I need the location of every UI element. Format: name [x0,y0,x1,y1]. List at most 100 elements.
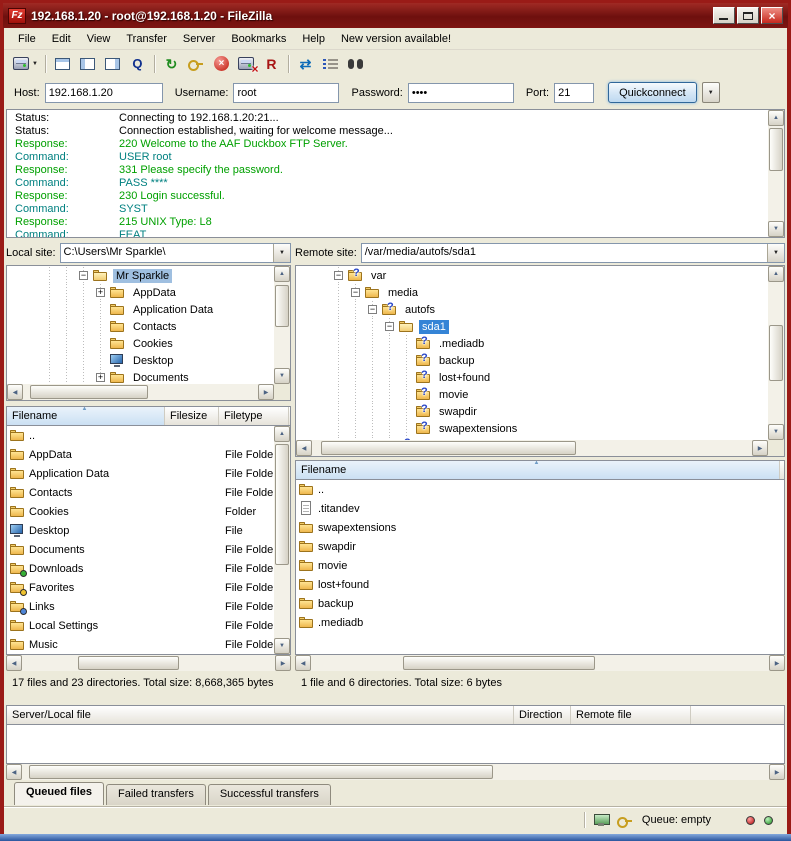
local-file-row-cookies[interactable]: CookiesFolder [7,502,274,521]
local-tree-item-cookies[interactable]: Cookies [41,335,274,352]
tab-failed-transfers[interactable]: Failed transfers [106,784,206,805]
username-input[interactable] [233,83,339,103]
local-tree-item-documents[interactable]: +Documents [41,369,274,384]
synchronized-browsing-icon[interactable]: ⇄ [293,52,318,75]
column-header-remote-file[interactable]: Remote file [571,706,691,724]
chevron-down-icon[interactable]: ▼ [273,244,290,262]
local-list-vertical-scrollbar[interactable]: ▲▼ [274,426,290,654]
site-manager-icon[interactable]: ▼ [10,52,41,75]
scroll-down-button[interactable]: ▼ [768,221,784,237]
host-input[interactable] [45,83,163,103]
remote-tree-item-var[interactable]: −?var [330,267,768,284]
menu-item-server[interactable]: Server [175,29,223,49]
scroll-right-button[interactable]: ▶ [769,655,785,671]
remote-file-row-mediadb[interactable]: .mediadb [296,613,784,632]
collapse-icon[interactable]: − [334,271,343,280]
collapse-icon[interactable]: − [368,305,377,314]
scroll-track[interactable] [22,764,769,780]
remote-file-row-swapdir[interactable]: swapdir [296,537,784,556]
scroll-thumb[interactable] [769,128,783,171]
remote-tree-vertical-scrollbar[interactable]: ▲▼ [768,266,784,440]
scroll-track[interactable] [23,384,258,400]
local-file-row-music[interactable]: MusicFile Folder [7,635,274,654]
minimize-button[interactable] [713,7,735,24]
tab-queued-files[interactable]: Queued files [14,782,104,805]
remote-tree-item-swapdir[interactable]: ?swapdir [330,403,768,420]
remote-file-row-swapextensions[interactable]: swapextensions [296,518,784,537]
scroll-right-button[interactable]: ▶ [275,655,291,671]
scroll-track[interactable] [274,282,290,368]
remote-file-row-movie[interactable]: movie [296,556,784,575]
refresh-icon[interactable]: ↻ [159,52,184,75]
scroll-left-button[interactable]: ◀ [7,384,23,400]
scroll-up-button[interactable]: ▲ [274,266,290,282]
remote-tree-item-mediadb[interactable]: ?.mediadb [330,335,768,352]
scroll-track[interactable] [22,655,275,671]
port-input[interactable] [554,83,594,103]
reconnect-icon[interactable]: R [259,52,284,75]
scroll-thumb[interactable] [30,385,148,399]
chevron-down-icon[interactable]: ▼ [767,244,784,262]
local-tree-item-contacts[interactable]: Contacts [41,318,274,335]
menu-item-transfer[interactable]: Transfer [118,29,175,49]
toggle-local-tree-icon[interactable] [75,52,100,75]
scroll-down-button[interactable]: ▼ [274,368,290,384]
local-file-row-local-settings[interactable]: Local SettingsFile Folder [7,616,274,635]
local-file-row-downloads[interactable]: DownloadsFile Folder [7,559,274,578]
local-file-row-contacts[interactable]: ContactsFile Folder [7,483,274,502]
expand-icon[interactable]: + [96,373,105,382]
scroll-right-button[interactable]: ▶ [769,764,785,780]
titlebar[interactable]: Fz 192.168.1.20 - root@192.168.1.20 - Fi… [3,3,788,28]
scroll-right-button[interactable]: ▶ [258,384,274,400]
menu-item-new-version-available[interactable]: New version available! [333,29,459,49]
remote-file-row-updir[interactable]: .. [296,480,784,499]
scroll-up-button[interactable]: ▲ [768,266,784,282]
menu-item-bookmarks[interactable]: Bookmarks [223,29,294,49]
scroll-track[interactable] [312,440,752,456]
remote-tree-item-media[interactable]: −media [330,284,768,301]
find-files-icon[interactable] [343,52,368,75]
maximize-button[interactable] [737,7,759,24]
toggle-log-view-icon[interactable] [50,52,75,75]
remote-file-row-titandev[interactable]: .titandev [296,499,784,518]
column-header-filetype[interactable]: Filetype [219,407,289,425]
collapse-icon[interactable]: − [385,322,394,331]
local-file-row-favorites[interactable]: FavoritesFile Folder [7,578,274,597]
column-header-server-local-file[interactable]: Server/Local file [7,706,514,724]
local-list-horizontal-scrollbar[interactable]: ◀▶ [6,655,291,671]
tab-successful-transfers[interactable]: Successful transfers [208,784,331,805]
menu-item-file[interactable]: File [10,29,44,49]
scroll-down-button[interactable]: ▼ [274,638,290,654]
local-tree-horizontal-scrollbar[interactable]: ◀▶ [7,384,274,400]
menu-item-help[interactable]: Help [294,29,333,49]
remote-file-row-lost-found[interactable]: lost+found [296,575,784,594]
scroll-left-button[interactable]: ◀ [295,655,311,671]
process-queue-icon[interactable] [184,52,209,75]
scroll-thumb[interactable] [275,285,289,326]
local-file-row-desktop[interactable]: DesktopFile [7,521,274,540]
scroll-thumb[interactable] [769,325,783,382]
remote-tree-item-backup[interactable]: ?backup [330,352,768,369]
scroll-thumb[interactable] [321,441,576,455]
scroll-down-button[interactable]: ▼ [768,424,784,440]
scroll-track[interactable] [768,282,784,424]
quickconnect-dropdown-button[interactable]: ▼ [702,82,720,103]
scroll-left-button[interactable]: ◀ [6,655,22,671]
scroll-thumb[interactable] [29,765,492,779]
password-input[interactable] [408,83,514,103]
remote-tree-item-sda1[interactable]: −sda1 [330,318,768,335]
local-file-row-updir[interactable]: .. [7,426,274,445]
remote-tree-item-swapextensions[interactable]: ?swapextensions [330,420,768,437]
local-tree-item-desktop[interactable]: Desktop [41,352,274,369]
remote-tree-item-autofs[interactable]: −?autofs [330,301,768,318]
cancel-operation-icon[interactable]: × [209,52,234,75]
local-file-row-application-data[interactable]: Application DataFile Folder [7,464,274,483]
remote-file-row-backup[interactable]: backup [296,594,784,613]
scroll-track[interactable] [311,655,769,671]
local-tree-item-application-data[interactable]: Application Data [41,301,274,318]
remote-tree-horizontal-scrollbar[interactable]: ◀▶ [296,440,768,456]
disconnect-icon[interactable]: × [234,52,259,75]
collapse-icon[interactable]: − [79,271,88,280]
remote-tree-item-movie[interactable]: ?movie [330,386,768,403]
column-header-filename[interactable]: Filename▲ [296,461,780,479]
